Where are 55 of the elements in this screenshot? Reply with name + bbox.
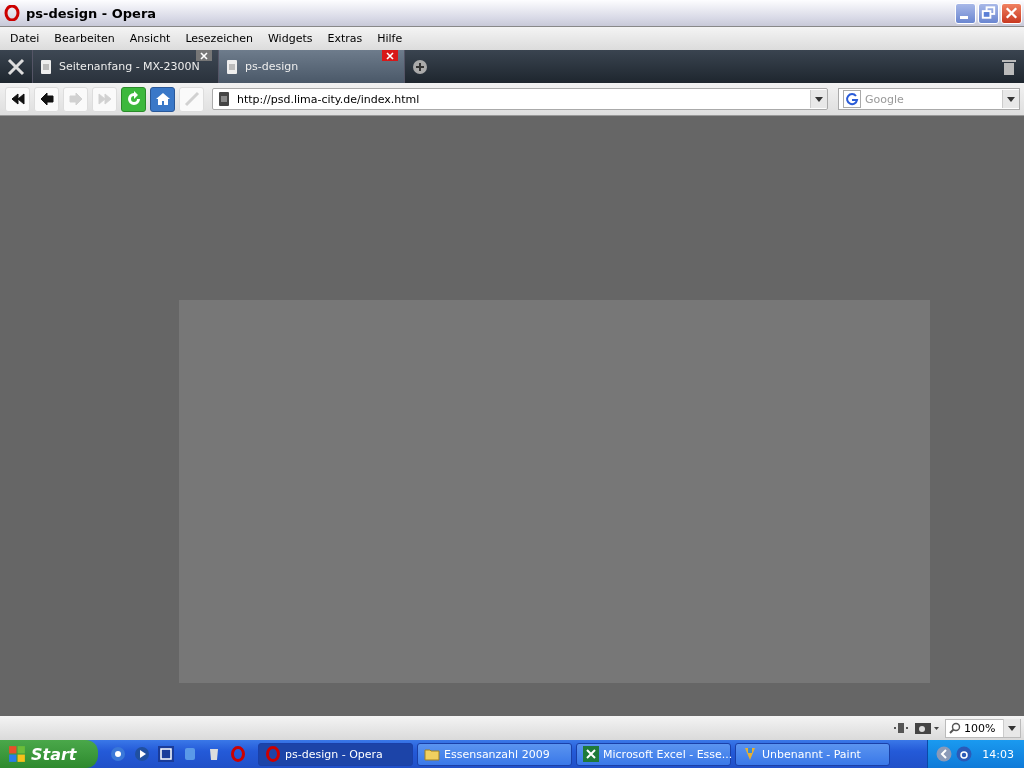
address-bar[interactable]: http://psd.lima-city.de/index.html bbox=[212, 88, 828, 110]
back-button[interactable] bbox=[34, 86, 59, 112]
paint-icon bbox=[742, 746, 758, 762]
reload-button[interactable] bbox=[121, 86, 146, 112]
home-button[interactable] bbox=[150, 86, 175, 112]
magnifier-icon bbox=[949, 722, 961, 734]
search-field[interactable]: Google bbox=[865, 92, 1002, 106]
chevron-left-icon[interactable] bbox=[936, 746, 953, 762]
window-title: ps-design - Opera bbox=[26, 5, 157, 21]
camera-icon[interactable] bbox=[915, 720, 939, 736]
menu-item[interactable]: Datei bbox=[4, 32, 49, 45]
rewind-button[interactable] bbox=[5, 86, 30, 112]
opera-icon bbox=[265, 746, 281, 762]
clock: 14:03 bbox=[982, 747, 1014, 761]
trash-icon bbox=[1002, 58, 1016, 75]
opera-logo-icon bbox=[4, 5, 20, 21]
search-bar[interactable]: Google bbox=[838, 88, 1020, 110]
minimize-button[interactable] bbox=[955, 2, 976, 24]
reload-icon bbox=[125, 91, 142, 107]
close-button[interactable] bbox=[1001, 2, 1022, 24]
restore-button[interactable] bbox=[978, 2, 999, 24]
address-field[interactable]: http://psd.lima-city.de/index.html bbox=[237, 92, 810, 106]
media-player-icon[interactable] bbox=[134, 746, 150, 762]
zoom-field[interactable]: 100% bbox=[945, 718, 1021, 738]
plus-icon bbox=[412, 58, 428, 75]
google-icon bbox=[843, 90, 861, 108]
page-icon bbox=[41, 59, 51, 74]
menu-item[interactable]: Ansicht bbox=[123, 32, 180, 45]
menu-item[interactable]: Extras bbox=[321, 32, 372, 45]
tab-close-icon[interactable] bbox=[196, 50, 212, 61]
forward-arrow-icon bbox=[67, 91, 84, 107]
tab[interactable]: ps-design bbox=[219, 50, 405, 83]
taskbar-button[interactable]: Essensanzahl 2009 bbox=[417, 742, 572, 766]
home-icon bbox=[154, 91, 171, 107]
page-icon bbox=[227, 59, 237, 74]
fast-forward-icon bbox=[96, 91, 113, 107]
start-button[interactable]: Start bbox=[0, 740, 98, 768]
back-arrow-icon bbox=[38, 91, 55, 107]
minimize-icon bbox=[959, 15, 968, 19]
rewind-icon bbox=[9, 91, 26, 107]
taskbar-button[interactable]: ps-design - Opera bbox=[258, 742, 413, 766]
tab[interactable]: Seitenanfang - MX-2300N bbox=[33, 50, 219, 83]
taskbar-button[interactable]: Unbenannt - Paint bbox=[735, 742, 890, 766]
folder-icon bbox=[424, 746, 440, 762]
taskbar-button[interactable]: Microsoft Excel - Esse... bbox=[576, 742, 731, 766]
menu-item[interactable]: Hilfe bbox=[371, 32, 412, 45]
windows-logo-icon bbox=[8, 745, 26, 763]
device-icon[interactable] bbox=[893, 720, 909, 736]
menu-item[interactable]: Lesezeichen bbox=[179, 32, 262, 45]
menu-item[interactable]: Bearbeiten bbox=[48, 32, 124, 45]
tray-app-icon[interactable] bbox=[956, 746, 973, 762]
page-icon bbox=[219, 92, 229, 106]
spreadsheet-icon bbox=[583, 746, 599, 762]
menu-item[interactable]: Widgets bbox=[262, 32, 322, 45]
tab-close-icon[interactable] bbox=[382, 50, 398, 61]
